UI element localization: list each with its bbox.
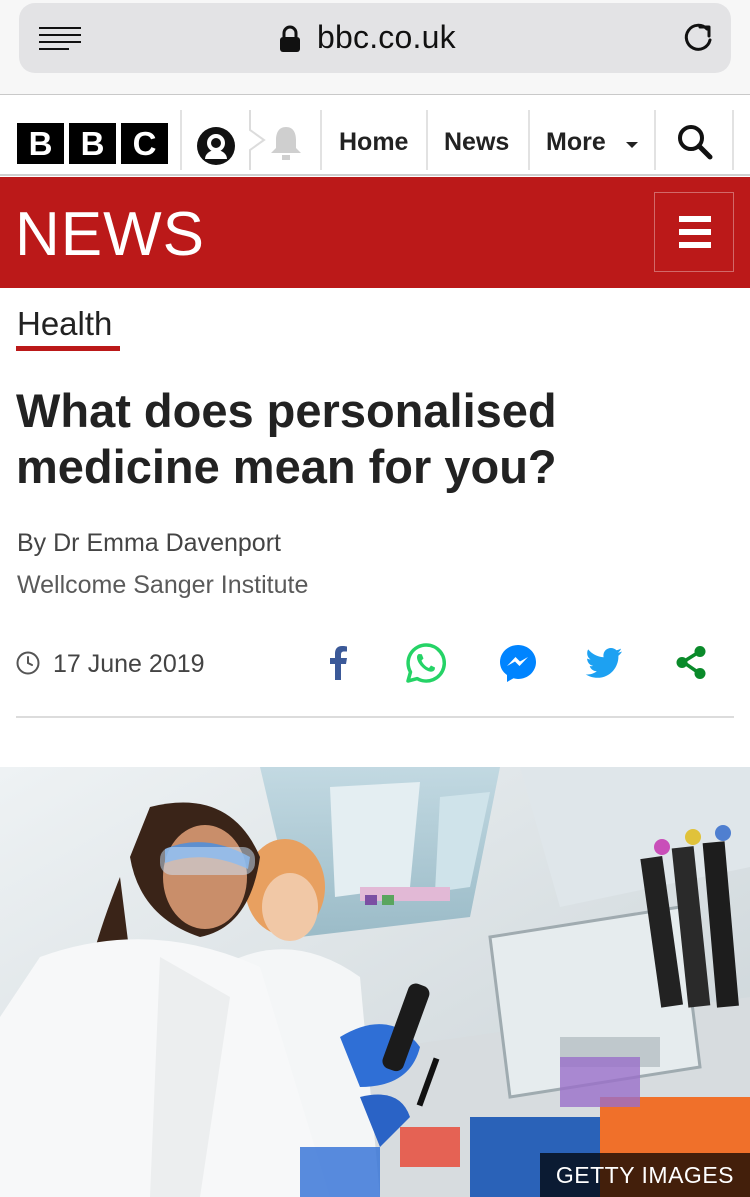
share-icon[interactable] [670, 642, 712, 684]
image-credit: GETTY IMAGES [539, 1153, 750, 1197]
lab-scientists-photo [0, 767, 750, 1197]
nav-link-more[interactable]: More [546, 128, 606, 157]
nav-divider [426, 110, 428, 170]
lock-icon [280, 25, 300, 52]
reload-icon[interactable] [681, 21, 715, 55]
publish-date: 17 June 2019 [53, 650, 205, 678]
messenger-icon[interactable] [497, 642, 539, 684]
menu-bar [679, 229, 711, 235]
bbc-logo[interactable]: B B C [17, 123, 168, 164]
author-byline: By Dr Emma Davenport [17, 529, 281, 557]
bbc-logo-letter: B [17, 123, 64, 164]
nav-link-home[interactable]: Home [339, 128, 408, 157]
reader-menu-icon[interactable] [39, 25, 81, 51]
chevron-down-icon [626, 142, 638, 148]
bbc-logo-letter: C [121, 123, 168, 164]
news-banner: NEWS [0, 177, 750, 288]
nav-link-news[interactable]: News [444, 128, 509, 157]
nav-divider [732, 110, 734, 170]
article-divider [16, 716, 734, 718]
section-link-health[interactable]: Health [17, 305, 112, 343]
address-bar[interactable]: bbc.co.uk [19, 3, 731, 73]
bbc-logo-letter: B [69, 123, 116, 164]
nav-divider [180, 110, 182, 170]
menu-bar [679, 216, 711, 222]
facebook-icon[interactable] [318, 642, 360, 684]
section-underline [16, 346, 120, 351]
twitter-icon[interactable] [583, 642, 625, 684]
url-text[interactable]: bbc.co.uk [317, 19, 456, 56]
menu-bar [679, 242, 711, 248]
nav-divider [528, 110, 530, 170]
account-icon[interactable] [196, 126, 236, 166]
nav-chevron-divider [249, 110, 266, 170]
news-logo[interactable]: NEWS [15, 199, 205, 270]
section-menu-button[interactable] [654, 192, 734, 272]
article-hero-image: GETTY IMAGES [0, 767, 750, 1197]
bbc-global-nav: B B C Home News More [0, 96, 750, 176]
notifications-bell-icon[interactable] [268, 124, 304, 162]
clock-icon [16, 651, 40, 675]
browser-toolbar: bbc.co.uk [0, 0, 750, 95]
author-organisation: Wellcome Sanger Institute [17, 571, 309, 599]
nav-divider [320, 110, 322, 170]
nav-divider [654, 110, 656, 170]
search-icon[interactable] [677, 124, 713, 160]
whatsapp-icon[interactable] [405, 642, 447, 684]
article-headline: What does personalised medicine mean for… [16, 384, 557, 493]
